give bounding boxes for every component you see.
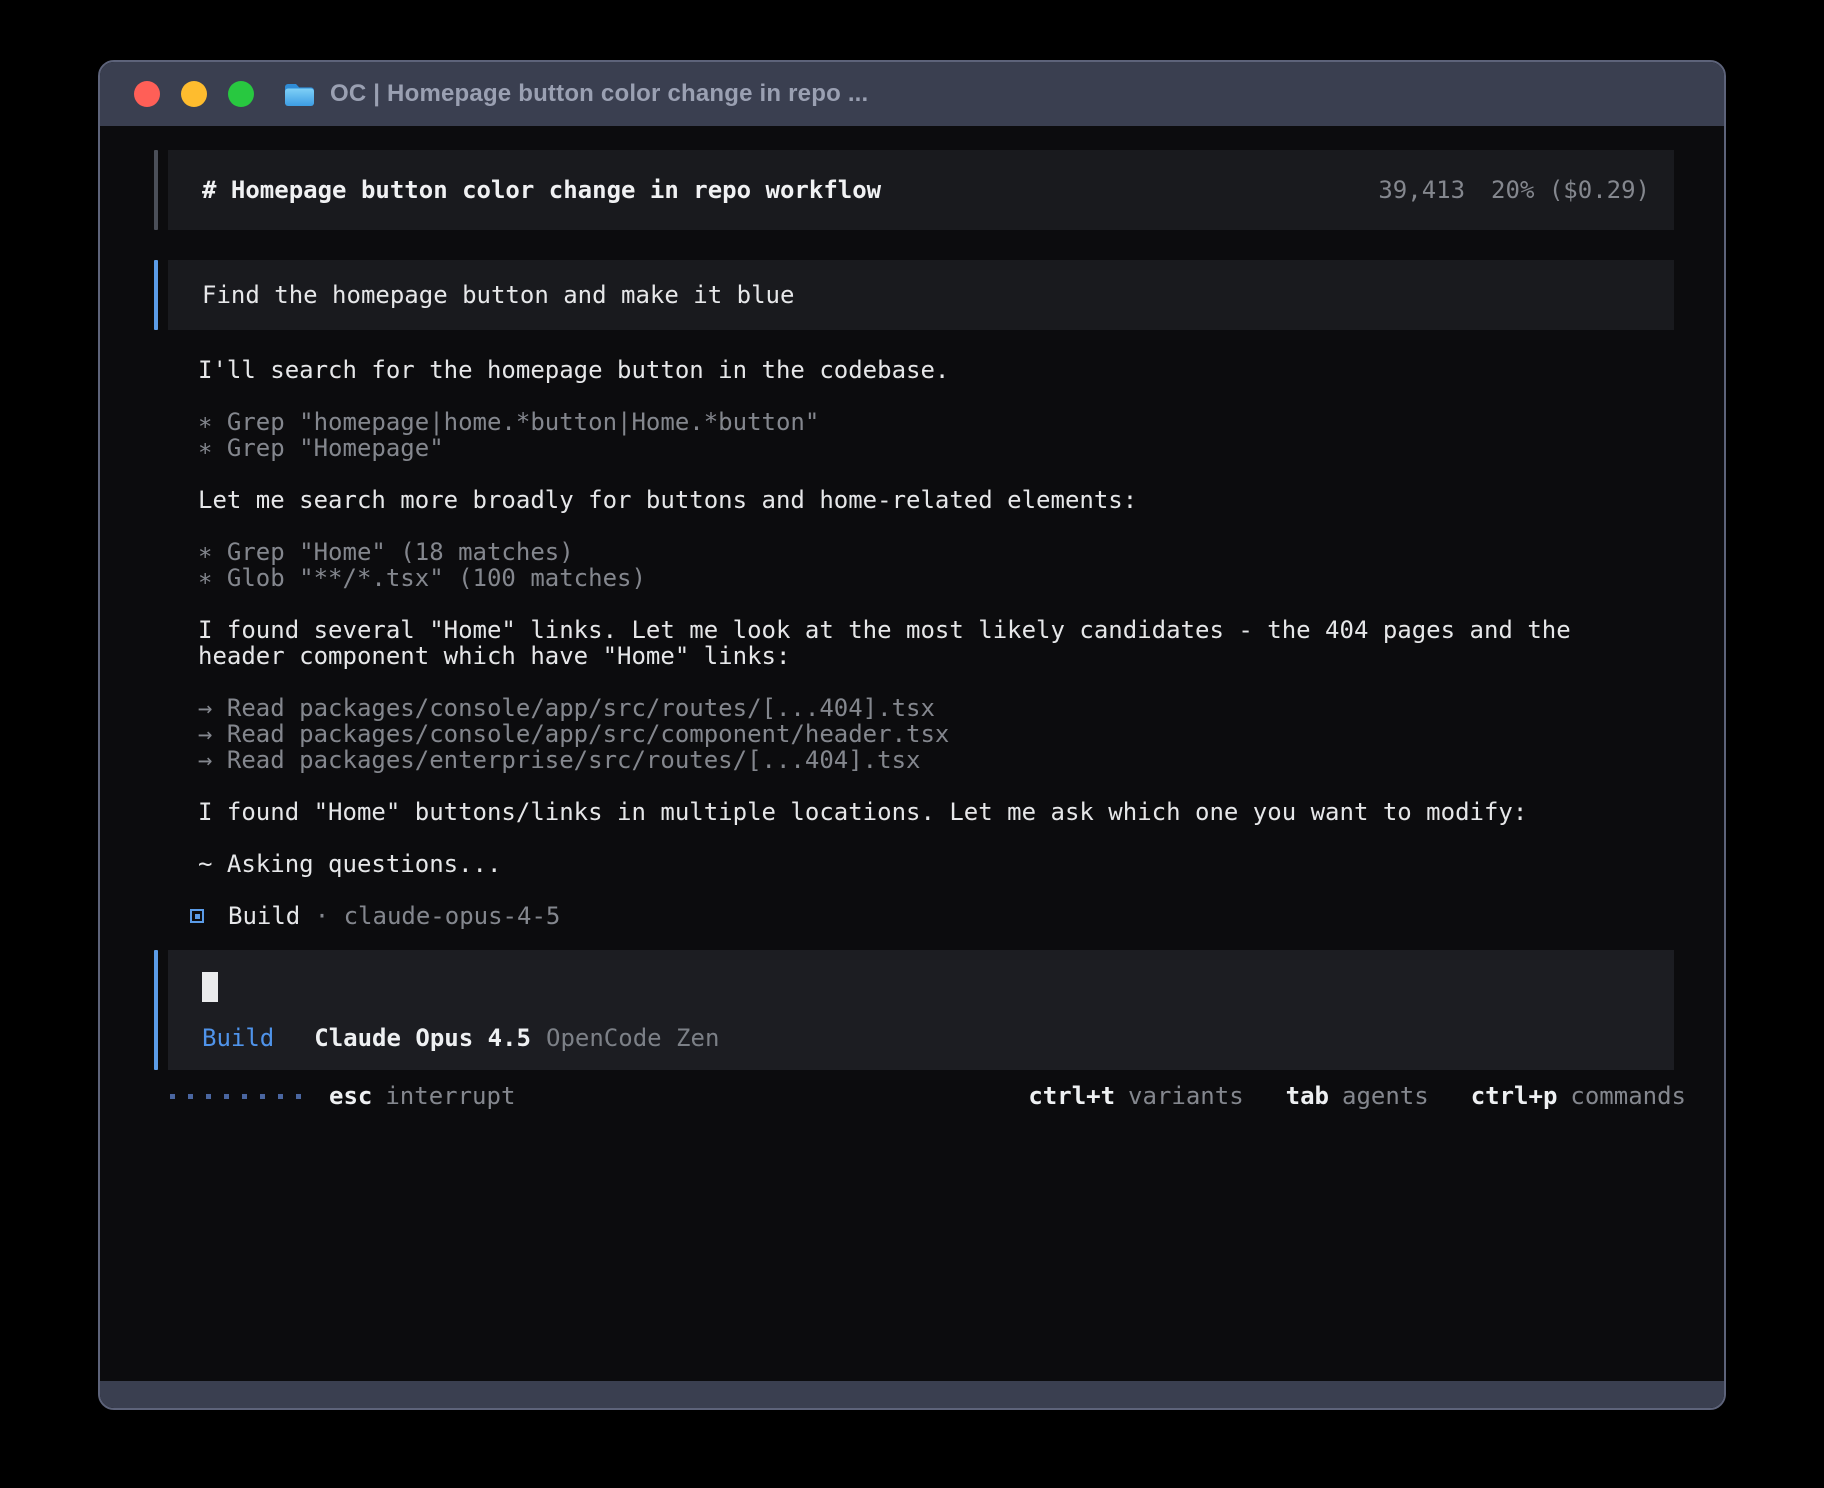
- blank-line: [198, 669, 1674, 695]
- input-meta: Build Claude Opus 4.5 OpenCode Zen: [202, 1025, 1640, 1051]
- tool-call-line: → Read packages/console/app/src/componen…: [198, 721, 1674, 747]
- folder-icon: [284, 81, 315, 107]
- spinner-dot: [242, 1094, 247, 1099]
- prompt-input-border: [154, 950, 158, 1070]
- user-message-text: Find the homepage button and make it blu…: [202, 282, 794, 308]
- shortcut-label: agents: [1342, 1083, 1429, 1109]
- assistant-text-line: header component which have "Home" links…: [198, 643, 1674, 669]
- blank-line: [198, 773, 1674, 799]
- assistant-text-line: Let me search more broadly for buttons a…: [198, 487, 1674, 513]
- token-count: 39,413: [1378, 177, 1465, 203]
- agent-status-line: Build · claude-opus-4-5: [190, 903, 1674, 929]
- input-provider-label: OpenCode Zen: [546, 1025, 719, 1051]
- agent-separator: ·: [300, 903, 343, 929]
- terminal-window: OC | Homepage button color change in rep…: [98, 60, 1726, 1410]
- session-header-border: [154, 150, 158, 230]
- spinner-dot: [278, 1094, 283, 1099]
- session-title: # Homepage button color change in repo w…: [202, 177, 881, 203]
- blank-line: [198, 591, 1674, 617]
- traffic-lights: [134, 81, 254, 107]
- spinner-dot: [260, 1094, 265, 1099]
- titlebar: OC | Homepage button color change in rep…: [100, 62, 1724, 126]
- keyboard-shortcuts: ctrl+t variants tab agents ctrl+p commands: [1028, 1083, 1686, 1109]
- text-cursor: [202, 972, 218, 1002]
- blank-line: [198, 383, 1674, 409]
- shortcut-key: ctrl+t: [1028, 1083, 1115, 1109]
- agent-name: Build: [228, 903, 300, 929]
- user-message: Find the homepage button and make it blu…: [154, 260, 1674, 330]
- close-button[interactable]: [134, 81, 160, 107]
- spinner-dots: [170, 1094, 301, 1099]
- tool-call-line: ∗ Grep "homepage|home.*button|Home.*butt…: [198, 409, 1674, 435]
- spinner-dot: [224, 1094, 229, 1099]
- input-agent-label[interactable]: Build: [202, 1025, 274, 1051]
- blank-line: [198, 825, 1674, 851]
- maximize-button[interactable]: [228, 81, 254, 107]
- spinner-dot: [206, 1094, 211, 1099]
- shortcut-variants: ctrl+t variants: [1028, 1083, 1243, 1109]
- esc-label: interrupt: [385, 1083, 515, 1109]
- terminal-content: # Homepage button color change in repo w…: [100, 126, 1724, 1381]
- assistant-output: I'll search for the homepage button in t…: [198, 357, 1674, 877]
- status-bar: esc interrupt ctrl+t variants tab agents ctr…: [154, 1083, 1674, 1109]
- shortcut-key: tab: [1286, 1083, 1329, 1109]
- context-usage: 20% ($0.29): [1491, 177, 1650, 203]
- minimize-button[interactable]: [181, 81, 207, 107]
- agent-model: claude-opus-4-5: [344, 903, 561, 929]
- blank-line: [198, 513, 1674, 539]
- session-stats: 39,413 20% ($0.29): [1378, 177, 1650, 203]
- blank-line: [198, 461, 1674, 487]
- tool-call-line: ∗ Grep "Homepage": [198, 435, 1674, 461]
- window-title: OC | Homepage button color change in rep…: [330, 80, 868, 108]
- tool-call-line: ∗ Grep "Home" (18 matches): [198, 539, 1674, 565]
- shortcut-label: variants: [1128, 1083, 1244, 1109]
- tool-call-line: → Read packages/console/app/src/routes/[…: [198, 695, 1674, 721]
- prompt-input[interactable]: Build Claude Opus 4.5 OpenCode Zen: [154, 950, 1674, 1070]
- shortcut-label: commands: [1570, 1083, 1686, 1109]
- tool-call-line: → Read packages/enterprise/src/routes/[.…: [198, 747, 1674, 773]
- assistant-text-line: ~ Asking questions...: [198, 851, 1674, 877]
- spinner-dot: [170, 1094, 175, 1099]
- input-model-label[interactable]: Claude Opus 4.5: [314, 1025, 531, 1051]
- esc-key-hint: esc: [329, 1083, 372, 1109]
- shortcut-commands: ctrl+p commands: [1471, 1083, 1686, 1109]
- window-bottom-bar: [100, 1381, 1724, 1408]
- window-title-group: OC | Homepage button color change in rep…: [284, 80, 868, 108]
- shortcut-agents: tab agents: [1286, 1083, 1429, 1109]
- assistant-text-line: I found several "Home" links. Let me loo…: [198, 617, 1674, 643]
- tool-call-line: ∗ Glob "**/*.tsx" (100 matches): [198, 565, 1674, 591]
- assistant-text-line: I found "Home" buttons/links in multiple…: [198, 799, 1674, 825]
- session-header: # Homepage button color change in repo w…: [154, 150, 1674, 230]
- shortcut-key: ctrl+p: [1471, 1083, 1558, 1109]
- agent-build-icon: [190, 909, 204, 923]
- assistant-text-line: I'll search for the homepage button in t…: [198, 357, 1674, 383]
- spinner-dot: [296, 1094, 301, 1099]
- user-message-border: [154, 260, 158, 330]
- spinner-dot: [188, 1094, 193, 1099]
